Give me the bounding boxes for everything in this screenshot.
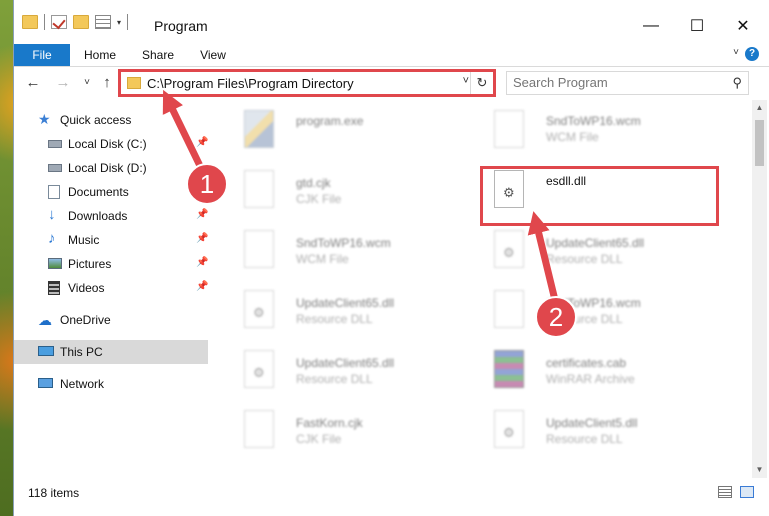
annotation-arrows bbox=[162, 89, 558, 300]
file-explorer-window: ▾ Program — ☐ ✕ File Home Share View ˅ ?… bbox=[14, 0, 769, 516]
annotation-arrow-1 bbox=[162, 89, 206, 174]
annotation-arrow-2 bbox=[527, 211, 558, 300]
annotation-badge-2: 2 bbox=[535, 296, 577, 338]
annotation-badge-1: 1 bbox=[186, 163, 228, 205]
